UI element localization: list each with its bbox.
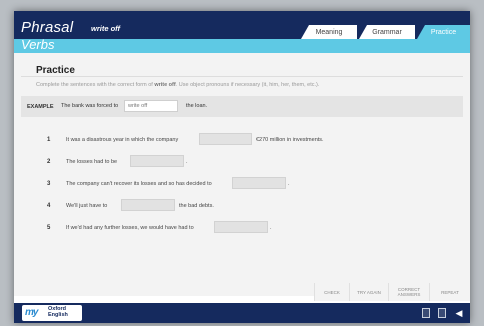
question-text-before: We'll just have to: [66, 203, 108, 209]
question-number: 1: [47, 137, 51, 143]
question-number: 5: [47, 225, 51, 231]
example-label: EXAMPLE: [27, 104, 54, 110]
instructions: Complete the sentences with the correct …: [36, 82, 320, 88]
footer-bar: my Oxford English ◀: [14, 303, 470, 323]
example-answer: write off: [124, 100, 178, 112]
question-text-before: It was a disastrous year in which the co…: [66, 137, 179, 143]
question-text-before: The company can't recover its losses and…: [66, 181, 212, 187]
document-icon[interactable]: [420, 307, 432, 319]
header-subbar: Verbs: [14, 37, 470, 53]
answer-input[interactable]: [232, 177, 286, 189]
volume-icon[interactable]: ◀: [453, 307, 465, 319]
question-number: 4: [47, 203, 51, 209]
myoxfordenglish-logo: my Oxford English: [22, 305, 82, 321]
tab-practice[interactable]: Practice: [417, 25, 470, 39]
question-text-before: If we'd had any further losses, we would…: [66, 225, 194, 231]
practice-panel: Practice Complete the sentences with the…: [14, 53, 470, 296]
question-row: 3 The company can't recover its losses a…: [21, 177, 463, 193]
question-text-after: .: [288, 181, 290, 187]
question-text-after: .: [270, 225, 272, 231]
question-row: 1 It was a disastrous year in which the …: [21, 133, 463, 149]
question-number: 3: [47, 181, 51, 187]
question-number: 2: [47, 159, 51, 165]
correct-answers-button[interactable]: CORRECT ANSWERS: [388, 283, 429, 301]
check-button[interactable]: CHECK: [314, 283, 349, 301]
answer-input[interactable]: [199, 133, 252, 145]
tab-bar: Meaning Grammar Practice: [14, 25, 470, 39]
answer-input[interactable]: [214, 221, 268, 233]
question-text-after: .: [186, 159, 188, 165]
question-text-before: The losses had to be: [66, 159, 118, 165]
example-text-after: the loan.: [186, 103, 208, 109]
repeat-button[interactable]: REPEAT: [429, 283, 470, 301]
example-text-before: The bank was forced to: [61, 103, 119, 109]
tab-meaning[interactable]: Meaning: [301, 25, 357, 39]
page-title: Practice: [21, 56, 463, 77]
example-row: EXAMPLE The bank was forced to write off…: [21, 96, 463, 117]
question-row: 2 The losses had to be .: [21, 155, 463, 171]
try-again-button[interactable]: TRY AGAIN: [349, 283, 388, 301]
tab-grammar[interactable]: Grammar: [359, 25, 415, 39]
app-window: Phrasal write off Meaning Grammar Practi…: [14, 11, 470, 323]
documents-icon[interactable]: [436, 307, 448, 319]
answer-input[interactable]: [121, 199, 175, 211]
question-text-after: the bad debts.: [179, 203, 214, 209]
brand-title-verbs: Verbs: [21, 37, 55, 52]
question-text-after: €270 million in investments.: [256, 137, 324, 143]
header-bar: Phrasal write off Meaning Grammar Practi…: [14, 11, 470, 39]
question-row: 4 We'll just have to the bad debts.: [21, 199, 463, 215]
answer-input[interactable]: [130, 155, 184, 167]
question-row: 5 If we'd had any further losses, we wou…: [21, 221, 463, 237]
